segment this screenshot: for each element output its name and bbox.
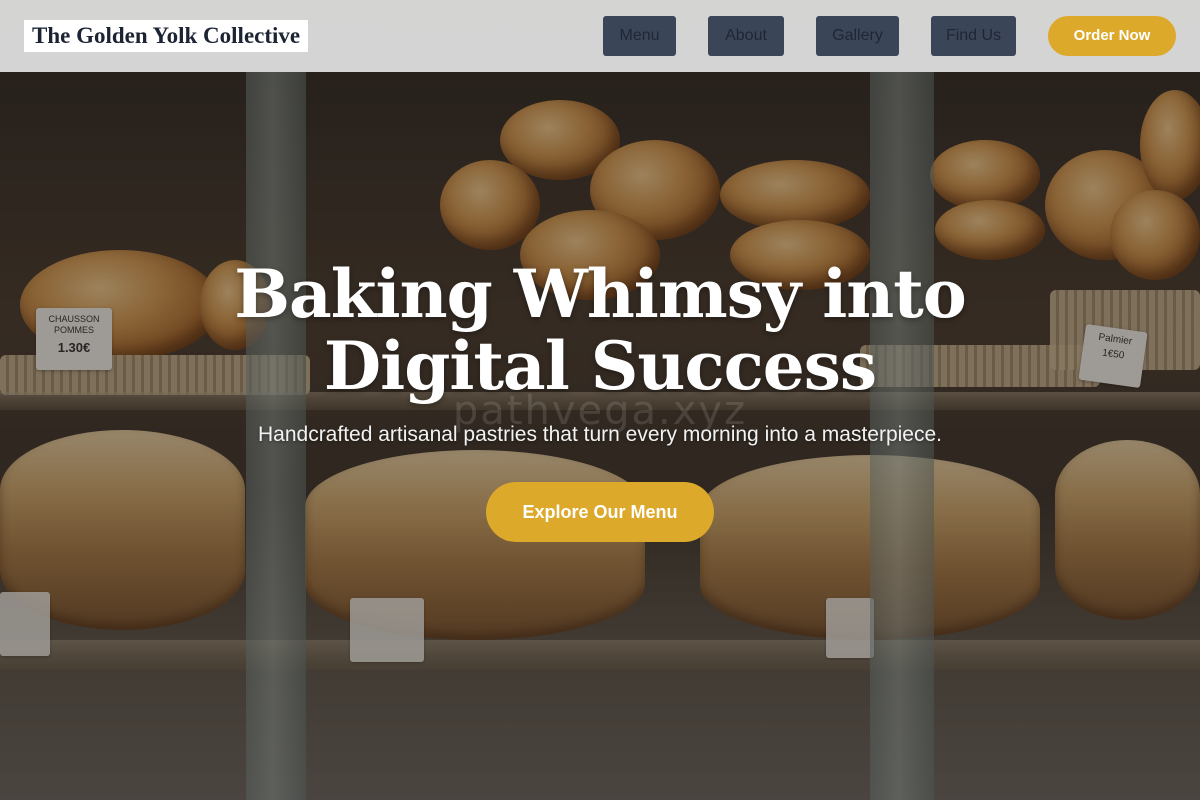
site-header: The Golden Yolk Collective Menu About Ga…: [0, 0, 1200, 72]
site-logo[interactable]: The Golden Yolk Collective: [24, 20, 309, 52]
hero-subtitle: Handcrafted artisanal pastries that turn…: [257, 423, 942, 446]
nav-gallery-button[interactable]: Gallery: [816, 16, 899, 56]
nav-find-us-button[interactable]: Find Us: [931, 16, 1016, 56]
nav-about-button[interactable]: About: [708, 16, 784, 56]
order-now-button[interactable]: Order Now: [1048, 16, 1176, 56]
explore-menu-button[interactable]: Explore Our Menu: [486, 482, 714, 542]
page: CHAUSSON POMMES 1.30€ Palmier 1€50 pathv…: [0, 0, 1200, 800]
nav-menu-button[interactable]: Menu: [603, 16, 676, 56]
hero-title: Baking Whimsy into Digital Success: [234, 255, 967, 405]
